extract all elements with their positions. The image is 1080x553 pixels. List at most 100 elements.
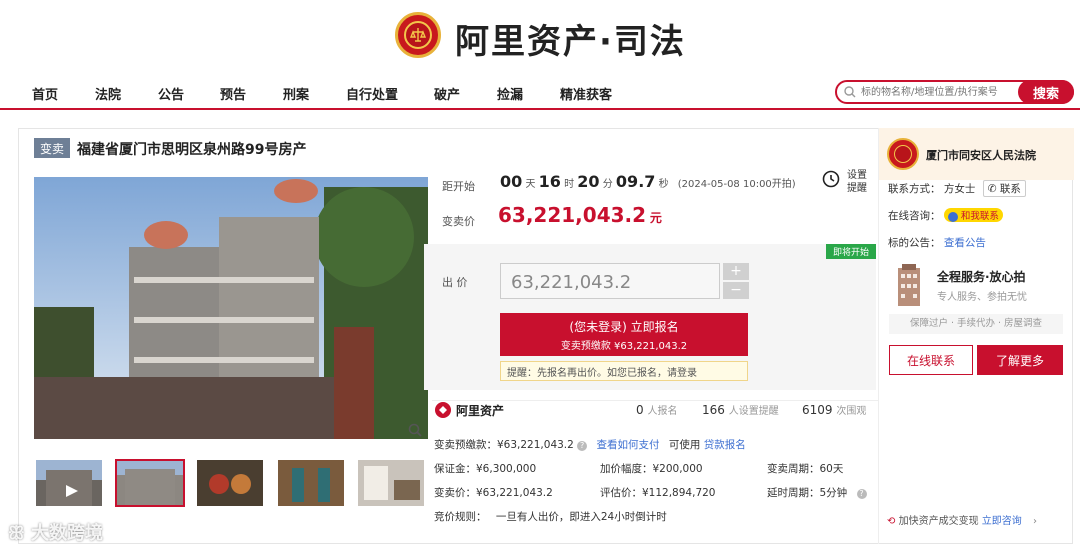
register-button[interactable]: (您未登录) 立即报名 变卖预缴款 ¥63,221,043.2 — [500, 313, 748, 356]
consult-row: 在线咨询： 和我联系 — [888, 208, 1003, 223]
nav-item-notice[interactable]: 公告 — [158, 84, 184, 103]
sale-price-value: 63,221,043.2 — [498, 203, 647, 227]
watermark-logo-icon: ꕥ — [8, 523, 25, 544]
view-notice-link[interactable]: 查看公告 — [944, 237, 986, 249]
price-label: 变卖价 — [442, 215, 475, 228]
nav-item-court[interactable]: 法院 — [95, 84, 121, 103]
thumbnail-5[interactable] — [358, 460, 424, 506]
nav-item-precise-leads[interactable]: 精准获客 — [560, 84, 612, 103]
consult-now-link[interactable]: 立即咨询 — [982, 516, 1022, 527]
court-emblem-icon — [887, 138, 919, 170]
deposit-row: 变卖预缴款：¥63,221,043.2 ? 查看如何支付 可使用 贷款报名 — [434, 437, 746, 452]
consult-label: 在线咨询： — [888, 210, 941, 222]
period-text: 变卖周期：60天 — [767, 463, 844, 475]
help-icon[interactable]: ? — [577, 441, 588, 451]
learn-more-button[interactable]: 了解更多 — [977, 345, 1063, 375]
loan-register-link[interactable]: 贷款报名 — [704, 439, 746, 451]
notice-row: 标的公告： 查看公告 — [888, 235, 986, 250]
countdown-seconds: 09.7 — [615, 172, 656, 191]
sale-price-text: 变卖价：¥63,221,043.2 — [434, 487, 553, 499]
search-button[interactable]: 搜索 — [1018, 80, 1074, 104]
stat-registered: 0 人报名 — [636, 402, 677, 417]
countdown-label: 距开始 — [442, 180, 475, 193]
contact-button[interactable]: ✆ 联系 — [982, 180, 1026, 197]
set-reminder-button[interactable]: 设置 提醒 — [818, 166, 872, 196]
online-contact-button[interactable]: 在线联系 — [889, 345, 973, 375]
countdown-timer: 00 天 16 时 20 分 09.7 秒 (2024-05-08 10:00开… — [500, 172, 796, 191]
notice-label: 标的公告： — [888, 237, 941, 249]
rule-text: 一旦有人出价，即进入24小时倒计时 — [495, 511, 667, 523]
nav-item-self-disposal[interactable]: 自行处置 — [346, 84, 398, 103]
ali-assets-icon — [434, 401, 452, 422]
court-emblem-logo — [395, 12, 441, 58]
promo-subtitle: 专人服务、参拍无忧 — [937, 292, 1027, 303]
contact-button-label: 联系 — [999, 183, 1021, 195]
thumbnail-2-selected[interactable] — [115, 459, 185, 507]
bid-reminder: 提醒：先报名再出价。如您已报名，请登录 — [500, 361, 748, 381]
nav-item-bargain[interactable]: 捡漏 — [497, 84, 523, 103]
watermark: ꕥ 大数跨境 — [8, 519, 103, 545]
hours-unit: 时 — [564, 179, 575, 190]
clock-icon — [822, 170, 840, 191]
countdown-days: 00 — [500, 172, 523, 191]
bid-label: 出 价 — [442, 276, 468, 289]
bid-increase-button[interactable]: + — [723, 263, 749, 280]
bid-decrease-button[interactable]: − — [723, 282, 749, 299]
register-button-label: (您未登录) 立即报名 — [569, 320, 679, 334]
search-box: 搜索 — [835, 80, 1074, 104]
zoom-icon[interactable] — [408, 423, 422, 440]
stat-number: 6109 — [802, 403, 833, 417]
register-deposit-label: 变卖预缴款 ¥63,221,043.2 — [560, 341, 688, 352]
chat-icon — [947, 211, 958, 222]
contact-label: 联系方式： — [888, 183, 941, 195]
appraisal-text: 评估价：¥112,894,720 — [600, 487, 716, 499]
stat-reminders: 166 人设置提醒 — [702, 402, 779, 417]
stat-number: 166 — [702, 403, 725, 417]
building-image — [890, 262, 928, 309]
court-name[interactable]: 厦门市同安区人民法院 — [926, 147, 1036, 163]
delay-row: 延时周期：5分钟 ? — [767, 485, 867, 500]
nav-item-home[interactable]: 首页 — [32, 84, 58, 103]
phone-icon: ✆ — [987, 183, 997, 195]
increment-text: 加价幅度：¥200,000 — [600, 463, 703, 475]
thumbnail-3[interactable] — [197, 460, 263, 506]
deposit-text: 变卖预缴款：¥63,221,043.2 — [434, 439, 574, 451]
search-input[interactable] — [861, 84, 1011, 100]
hand-coin-icon: ⟲ — [887, 516, 896, 527]
status-badge: 即将开始 — [826, 244, 876, 259]
search-icon — [844, 86, 856, 101]
seconds-unit: 秒 — [658, 179, 669, 190]
nav-item-preview[interactable]: 预告 — [220, 84, 246, 103]
divider — [432, 400, 878, 401]
sale-price: 63,221,043.2 元 — [498, 203, 662, 227]
stat-label: 次围观 — [836, 406, 867, 417]
stat-label: 人设置提醒 — [728, 406, 779, 417]
reminder-label-2: 提醒 — [847, 183, 867, 194]
promo-footer[interactable]: ⟲ 加快资产成交变现 立即咨询 › — [887, 512, 1037, 527]
listing-title: 福建省厦门市思明区泉州路99号房产 — [77, 142, 307, 158]
nav-item-criminal[interactable]: 刑案 — [283, 84, 309, 103]
how-to-pay-link[interactable]: 查看如何支付 — [597, 439, 660, 451]
chat-button[interactable]: 和我联系 — [943, 208, 1003, 222]
site-logo-text: 阿里资产·司法 — [455, 22, 686, 62]
contact-name: 方女士 — [943, 183, 976, 195]
footer-text: 加快资产成交变现 — [898, 516, 979, 527]
can-use-text: 可使用 — [668, 439, 701, 451]
watermark-text: 大数跨境 — [31, 523, 103, 544]
chat-button-label: 和我联系 — [960, 211, 999, 222]
bid-stepper: + − — [723, 263, 749, 299]
nav-item-bankruptcy[interactable]: 破产 — [434, 84, 460, 103]
days-unit: 天 — [525, 179, 536, 190]
minutes-unit: 分 — [602, 179, 613, 190]
chevron-right-icon: › — [1032, 516, 1037, 527]
thumbnail-4[interactable] — [278, 460, 344, 506]
property-main-photo[interactable] — [34, 177, 428, 439]
rule-label: 竞价规则： — [434, 511, 487, 523]
stat-label: 人报名 — [647, 406, 678, 417]
bid-amount-input[interactable]: 63,221,043.2 — [500, 263, 720, 299]
delay-text: 延时周期：5分钟 — [767, 487, 848, 499]
bidding-rule: 竞价规则： 一旦有人出价，即进入24小时倒计时 — [434, 509, 667, 524]
help-icon[interactable]: ? — [856, 489, 867, 499]
thumbnail-1[interactable] — [36, 460, 102, 506]
service-list: 保障过户 · 手续代办 · 房屋调查 — [889, 314, 1063, 334]
